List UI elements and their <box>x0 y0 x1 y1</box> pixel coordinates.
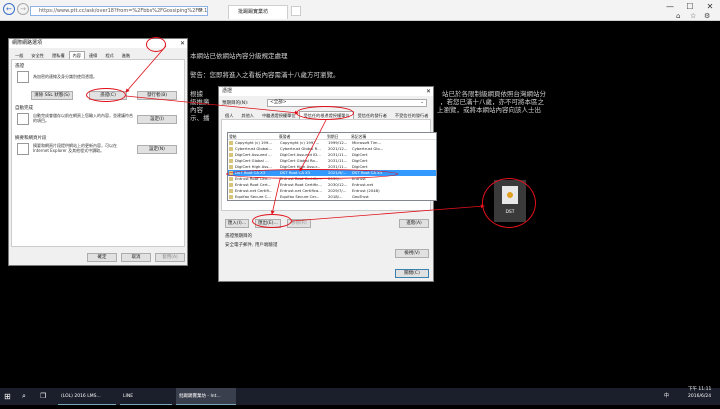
start-icon[interactable]: ⊞ <box>4 388 14 405</box>
arrow-root-tab-to-row <box>299 119 327 172</box>
annotation-arrows <box>125 45 485 222</box>
arrow-row-to-export <box>270 178 281 215</box>
arrow-certificates-to-root-tab <box>125 95 299 115</box>
arrow-tab-to-certificates <box>125 45 167 93</box>
taskbar-item-ie[interactable]: 批踢踢實業坊 - Int... <box>176 388 236 405</box>
ime-indicator[interactable]: 中 <box>664 388 669 405</box>
taskbar-item-label: LINE <box>123 394 134 399</box>
search-icon[interactable]: ⌕ <box>22 388 26 405</box>
taskbar-item-label: (LOL) 2016 LMS... <box>61 394 101 399</box>
taskbar-item-chrome[interactable]: (LOL) 2016 LMS... <box>58 388 116 405</box>
taskbar: ⊞ ⌕ ❐ (LOL) 2016 LMS... LINE 批踢踢實業坊 - In… <box>0 387 720 405</box>
clock-date[interactable]: 2016/6/24 <box>688 392 711 409</box>
arrow-export-to-file <box>291 204 485 222</box>
taskbar-item-label: 批踢踢實業坊 - Int... <box>179 394 221 399</box>
task-view-icon[interactable]: ❐ <box>40 388 46 405</box>
taskbar-item-line[interactable]: LINE <box>120 388 172 405</box>
